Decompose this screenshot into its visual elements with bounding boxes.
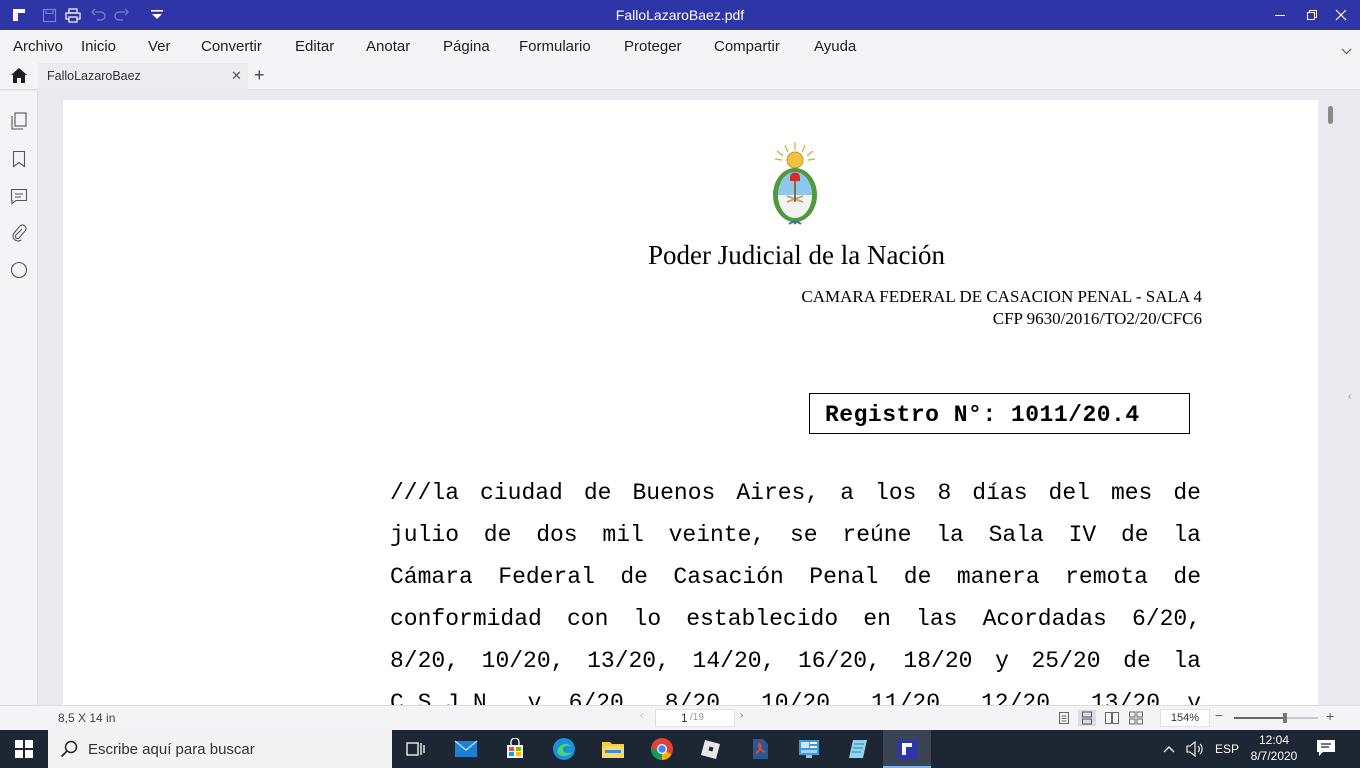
minimize-button[interactable]: [1265, 0, 1295, 30]
menu-pagina[interactable]: Página: [443, 38, 490, 55]
search-icon[interactable]: [9, 260, 29, 280]
registry-box: Registro N°: 1011/20.4: [809, 393, 1190, 434]
document-heading: Poder Judicial de la Nación: [648, 240, 945, 270]
body-line: Cámara Federal de Casación Penal de mane…: [390, 564, 1201, 590]
document-viewport[interactable]: Poder Judicial de la Nación CAMARA FEDER…: [39, 91, 1341, 705]
zoom-in-icon[interactable]: +: [1326, 708, 1334, 724]
bookmark-icon[interactable]: [9, 149, 29, 169]
zoom-slider-fill: [1234, 717, 1284, 719]
menu-compartir[interactable]: Compartir: [714, 38, 780, 55]
single-page-view-icon[interactable]: [1055, 710, 1073, 726]
search-placeholder: Escribe aquí para buscar: [88, 741, 255, 758]
menu-convertir[interactable]: Convertir: [201, 38, 262, 55]
windows-start-icon[interactable]: [0, 730, 48, 768]
menu-ver[interactable]: Ver: [148, 38, 171, 55]
zoom-out-icon[interactable]: −: [1215, 708, 1223, 723]
menu-anotar[interactable]: Anotar: [366, 38, 410, 55]
coat-of-arms-image: [763, 140, 827, 237]
file-explorer-icon[interactable]: [589, 730, 637, 768]
notifications-icon[interactable]: [1316, 739, 1336, 762]
menu-formulario[interactable]: Formulario: [519, 38, 591, 55]
scrollbar-thumb[interactable]: [1328, 106, 1333, 124]
volume-icon[interactable]: [1186, 730, 1204, 768]
undo-icon[interactable]: [90, 7, 106, 23]
pdf-page[interactable]: Poder Judicial de la Nación CAMARA FEDER…: [63, 100, 1318, 705]
print-icon[interactable]: [65, 7, 81, 23]
notepad-app-icon[interactable]: [834, 730, 882, 768]
attachment-icon[interactable]: [9, 223, 29, 243]
case-number: CFP 9630/2016/TO2/20/CFC6: [992, 309, 1202, 328]
body-line: conformidad con lo establecido en las Ac…: [390, 606, 1201, 632]
control-panel-icon[interactable]: [785, 730, 833, 768]
roblox-app-icon[interactable]: [687, 730, 735, 768]
zoom-slider[interactable]: [1234, 713, 1318, 723]
close-tab-icon[interactable]: ✕: [231, 68, 242, 84]
vertical-scrollbar[interactable]: [1326, 100, 1336, 700]
save-icon[interactable]: [41, 7, 57, 23]
mail-app-icon[interactable]: [442, 730, 490, 768]
menu-archivo[interactable]: Archivo: [13, 38, 63, 55]
store-app-icon[interactable]: [491, 730, 539, 768]
body-line: ///la ciudad de Buenos Aires, a los 8 dí…: [390, 480, 1201, 506]
body-line: julio de dos mil veinte, se reúne la Sal…: [390, 522, 1201, 548]
language-indicator[interactable]: ESP: [1215, 730, 1239, 768]
tab-document[interactable]: FalloLazaroBaez ✕: [38, 63, 248, 90]
menu-editar[interactable]: Editar: [295, 38, 334, 55]
close-button[interactable]: [1326, 0, 1356, 30]
court-name: CAMARA FEDERAL DE CASACION PENAL - SALA …: [801, 287, 1202, 306]
chevron-down-icon[interactable]: [1341, 42, 1352, 60]
page-size-label: 8,5 X 14 in: [58, 711, 116, 725]
menu-proteger[interactable]: Proteger: [624, 38, 682, 55]
pdfelement-app-icon[interactable]: [883, 730, 931, 768]
menu-ayuda[interactable]: Ayuda: [814, 38, 856, 55]
pdf-app-icon[interactable]: [736, 730, 784, 768]
total-pages: /19: [690, 712, 704, 723]
status-bar: 8,5 X 14 in ‹ 1 /19 › 154% − +: [0, 705, 1360, 730]
magnifier-icon: [60, 740, 78, 763]
tab-bar: FalloLazaroBaez ✕ +: [0, 63, 1360, 90]
windows-taskbar: Escribe aquí para buscar ESP 12:04 8/7/2…: [0, 730, 1360, 768]
edge-browser-icon[interactable]: [540, 730, 588, 768]
body-line: C.S.J.N. y 6/20, 8/20, 10/20, 11/20, 12/…: [390, 690, 1201, 705]
grid-view-icon[interactable]: [1127, 710, 1145, 726]
clock-time: 12:04: [1258, 733, 1290, 747]
zoom-slider-handle[interactable]: [1283, 713, 1287, 723]
taskbar-search-box[interactable]: Escribe aquí para buscar: [48, 730, 392, 768]
customize-dropdown-icon[interactable]: [149, 7, 165, 23]
collapse-panel-icon[interactable]: ‹: [1348, 391, 1351, 402]
menu-bar: Archivo Inicio Ver Convertir Editar Anot…: [0, 30, 1360, 63]
window-title: FalloLazaroBaez.pdf: [615, 7, 745, 23]
title-bar: FalloLazaroBaez.pdf: [0, 0, 1360, 30]
app-logo-icon[interactable]: [11, 7, 27, 23]
previous-page-icon[interactable]: ‹: [640, 710, 643, 721]
two-page-view-icon[interactable]: [1103, 710, 1121, 726]
pages-icon[interactable]: [9, 111, 29, 131]
maximize-button[interactable]: [1297, 0, 1327, 30]
redo-icon[interactable]: [113, 7, 129, 23]
comment-icon[interactable]: [9, 186, 29, 206]
page-number-input[interactable]: 1 /19: [655, 709, 735, 727]
current-page: 1: [681, 711, 688, 725]
continuous-view-icon[interactable]: [1078, 710, 1096, 726]
taskbar-clock[interactable]: 12:04 8/7/2020: [1243, 732, 1305, 764]
show-hidden-icons[interactable]: [1163, 730, 1175, 768]
task-view-icon[interactable]: [392, 730, 440, 768]
left-sidebar: [0, 91, 38, 705]
body-line: 8/20, 10/20, 13/20, 14/20, 16/20, 18/20 …: [390, 648, 1201, 674]
menu-inicio[interactable]: Inicio: [81, 38, 116, 55]
zoom-level[interactable]: 154%: [1160, 709, 1210, 727]
registry-number: Registro N°: 1011/20.4: [825, 402, 1140, 428]
chrome-browser-icon[interactable]: [638, 730, 686, 768]
clock-date: 8/7/2020: [1250, 749, 1298, 763]
tab-label: FalloLazaroBaez: [47, 69, 141, 83]
home-icon[interactable]: [10, 67, 28, 89]
next-page-icon[interactable]: ›: [740, 710, 743, 721]
add-tab-icon[interactable]: +: [254, 65, 265, 86]
